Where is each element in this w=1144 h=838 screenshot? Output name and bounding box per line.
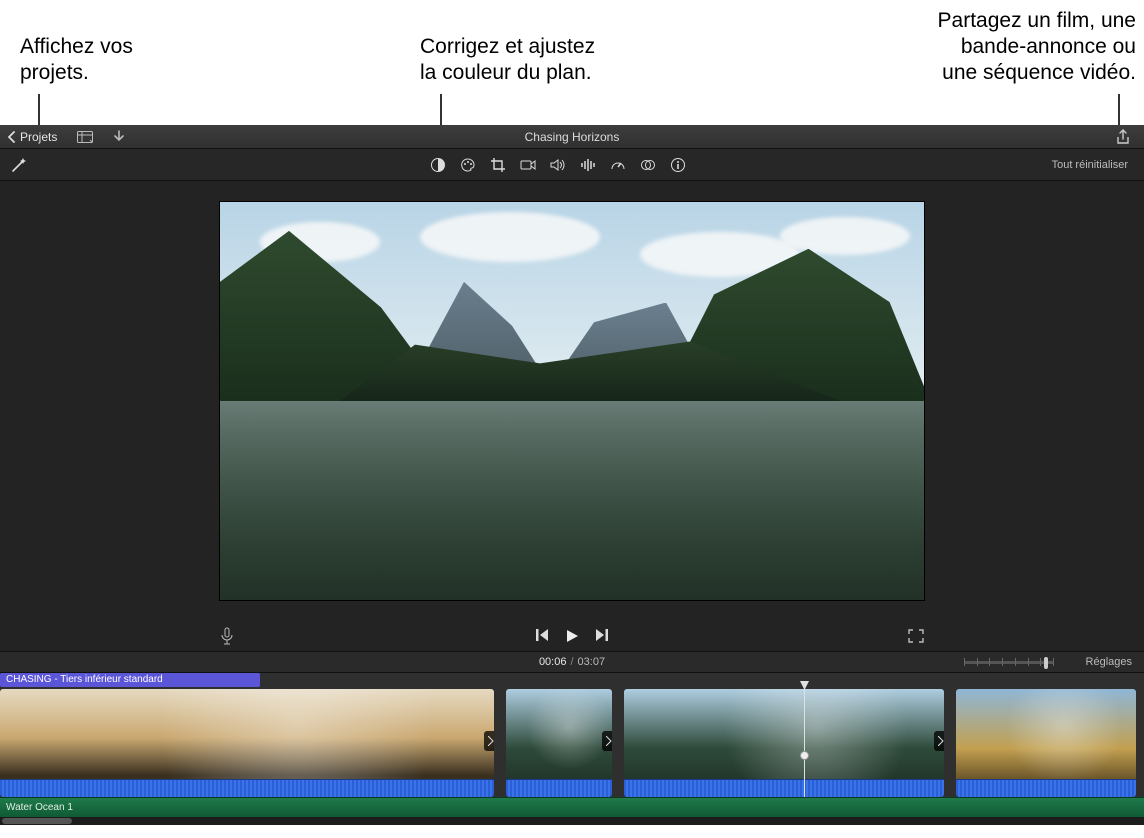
palette-icon: [460, 157, 476, 173]
timecode-sep: /: [570, 656, 573, 668]
prev-button[interactable]: [534, 628, 550, 644]
volume-button[interactable]: [550, 158, 566, 172]
magic-wand-button[interactable]: [0, 149, 28, 180]
audio-clip[interactable]: Water Ocean 1: [0, 797, 1144, 817]
speaker-icon: [550, 158, 566, 172]
playback-controls: [0, 628, 1144, 644]
transition-icon[interactable]: [934, 731, 944, 751]
camera-icon: [520, 158, 536, 172]
clip-filter-button[interactable]: [640, 157, 656, 173]
title-track: CHASING - Tiers inférieur standard: [0, 673, 1144, 687]
chevron-left-icon: [8, 131, 16, 143]
noise-reduction-button[interactable]: [580, 158, 596, 172]
timecode-current: 00:06: [539, 656, 567, 668]
callout-share: Partagez un film, une bande-annonce ou u…: [826, 8, 1136, 86]
zoom-slider[interactable]: [964, 658, 1054, 666]
transition-icon[interactable]: [602, 731, 612, 751]
project-title: Chasing Horizons: [0, 130, 1144, 144]
overlap-circles-icon: [640, 157, 656, 173]
app-window: Projets Chasing Horizons: [0, 125, 1144, 825]
viewer-area: [0, 181, 1144, 621]
color-balance-button[interactable]: [430, 157, 446, 173]
skip-back-icon: [534, 628, 550, 642]
timeline-scrollbar[interactable]: [0, 817, 1144, 825]
settings-button[interactable]: Réglages: [1086, 656, 1132, 668]
media-library-button[interactable]: [75, 125, 95, 148]
timecode-row: 00:06 / 03:07 Réglages: [0, 651, 1144, 673]
topbar: Projets Chasing Horizons: [0, 125, 1144, 149]
adjust-bar: Tout réinitialiser: [0, 149, 1144, 181]
preview-viewer[interactable]: [219, 201, 925, 601]
callout-line: [1118, 94, 1120, 126]
color-correction-button[interactable]: [460, 157, 476, 173]
share-button[interactable]: [1102, 129, 1144, 145]
projects-back-button[interactable]: Projets: [0, 125, 65, 148]
info-icon: [670, 157, 686, 173]
callout-color: Corrigez et ajustez la couleur du plan.: [420, 34, 660, 86]
play-button[interactable]: [564, 628, 580, 644]
video-clip[interactable]: [624, 689, 944, 797]
timecode-total: 03:07: [578, 656, 606, 668]
fullscreen-button[interactable]: [908, 629, 924, 643]
video-track: [0, 687, 1144, 797]
playhead[interactable]: [804, 687, 805, 797]
crop-button[interactable]: [490, 157, 506, 173]
crop-icon: [490, 157, 506, 173]
reset-all-button[interactable]: Tout réinitialiser: [1052, 159, 1144, 171]
import-button[interactable]: [109, 125, 129, 148]
title-clip[interactable]: CHASING - Tiers inférieur standard: [0, 673, 260, 687]
projects-label: Projets: [20, 130, 57, 144]
transport-bar: [0, 621, 1144, 651]
video-clip[interactable]: [0, 689, 494, 797]
share-icon: [1116, 129, 1130, 145]
expand-icon: [908, 629, 924, 643]
equalizer-icon: [580, 158, 596, 172]
callout-line: [38, 94, 40, 126]
next-button[interactable]: [594, 628, 610, 644]
speed-button[interactable]: [610, 157, 626, 173]
transition-icon[interactable]: [484, 731, 494, 751]
half-circle-icon: [430, 157, 446, 173]
info-button[interactable]: [670, 157, 686, 173]
play-icon: [564, 628, 580, 644]
callout-projects: Affichez vos projets.: [20, 34, 190, 86]
adjust-tools: [430, 157, 686, 173]
stabilization-button[interactable]: [520, 158, 536, 172]
speedometer-icon: [610, 157, 626, 173]
timeline[interactable]: CHASING - Tiers inférieur standard: [0, 673, 1144, 825]
video-clip[interactable]: [956, 689, 1136, 797]
video-clip[interactable]: [506, 689, 612, 797]
skip-forward-icon: [594, 628, 610, 642]
